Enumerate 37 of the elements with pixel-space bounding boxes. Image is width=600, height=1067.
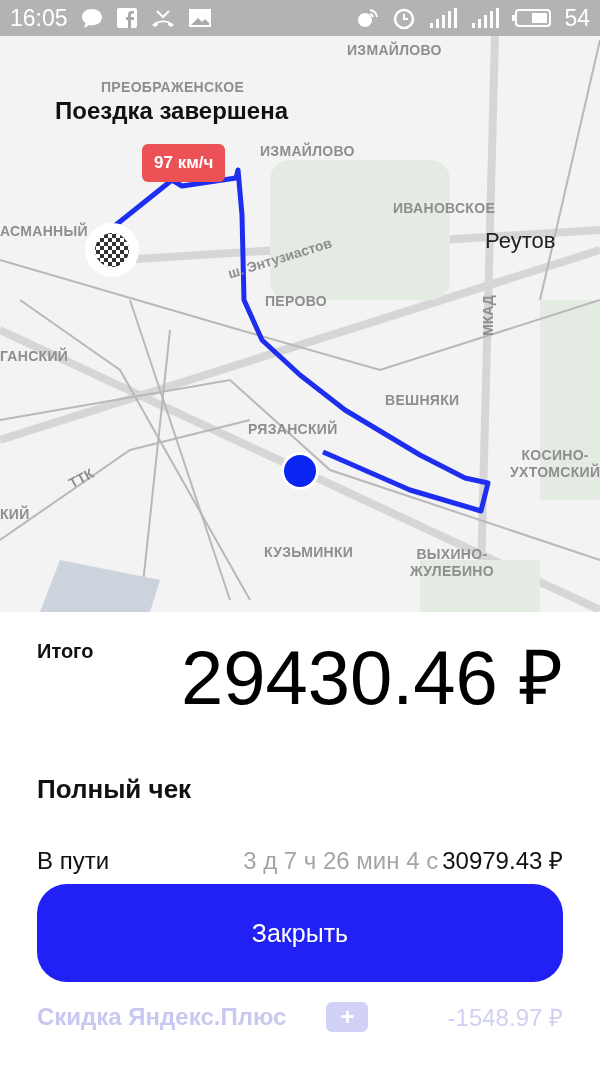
district-label: КИЙ	[0, 506, 30, 523]
district-label: ИЗМАЙЛОВО	[347, 42, 442, 59]
district-label: ВЫХИНО- ЖУЛЕБИНО	[410, 546, 494, 580]
plus-badge: +	[326, 1001, 369, 1032]
trip-duration: 3 д 7 ч 26 мин 4 с	[243, 847, 439, 875]
district-label: ИЗМАЙЛОВО	[260, 143, 355, 160]
road-label: МКАД	[480, 295, 497, 336]
line-label: В пути	[37, 847, 110, 875]
battery-percent: 54	[564, 4, 590, 32]
clock-time: 16:05	[10, 4, 68, 32]
district-label: КОСИНО- УХТОМСКИЙ	[510, 447, 600, 481]
district-label: ИВАНОВСКОЕ	[393, 200, 496, 217]
speed-badge: 97 км/ч	[142, 144, 226, 182]
hotspot-icon	[356, 7, 381, 29]
trip-title: Поездка завершена	[55, 97, 289, 125]
location-dot-icon	[280, 451, 320, 491]
battery-icon	[512, 8, 553, 28]
total-label: Итого	[37, 640, 94, 663]
road-label: ТТК	[66, 464, 97, 492]
signal-icon	[428, 7, 459, 29]
image-icon	[187, 7, 212, 29]
square-app-icon	[115, 7, 138, 29]
alarm-icon	[392, 6, 417, 30]
district-label: ПРЕОБРАЖЕНСКОЕ	[101, 79, 245, 96]
district-label: ГАНСКИЙ	[0, 348, 69, 365]
close-button[interactable]: Закрыть	[37, 884, 563, 982]
district-label: ВЕШНЯКИ	[385, 392, 460, 409]
district-label: КУЗЬМИНКИ	[264, 544, 354, 561]
line-amount: 30979.43 ₽	[442, 846, 563, 876]
total-amount: 29430.46 ₽	[180, 640, 563, 716]
district-label: РЯЗАНСКИЙ	[248, 421, 338, 438]
chat-icon	[79, 7, 104, 29]
signal-icon	[470, 7, 501, 29]
city-label: Реутов	[485, 228, 556, 255]
receipt-heading: Полный чек	[37, 774, 193, 805]
district-label: ПЕРОВО	[265, 293, 327, 310]
district-label: АСМАННЫЙ	[0, 223, 88, 240]
